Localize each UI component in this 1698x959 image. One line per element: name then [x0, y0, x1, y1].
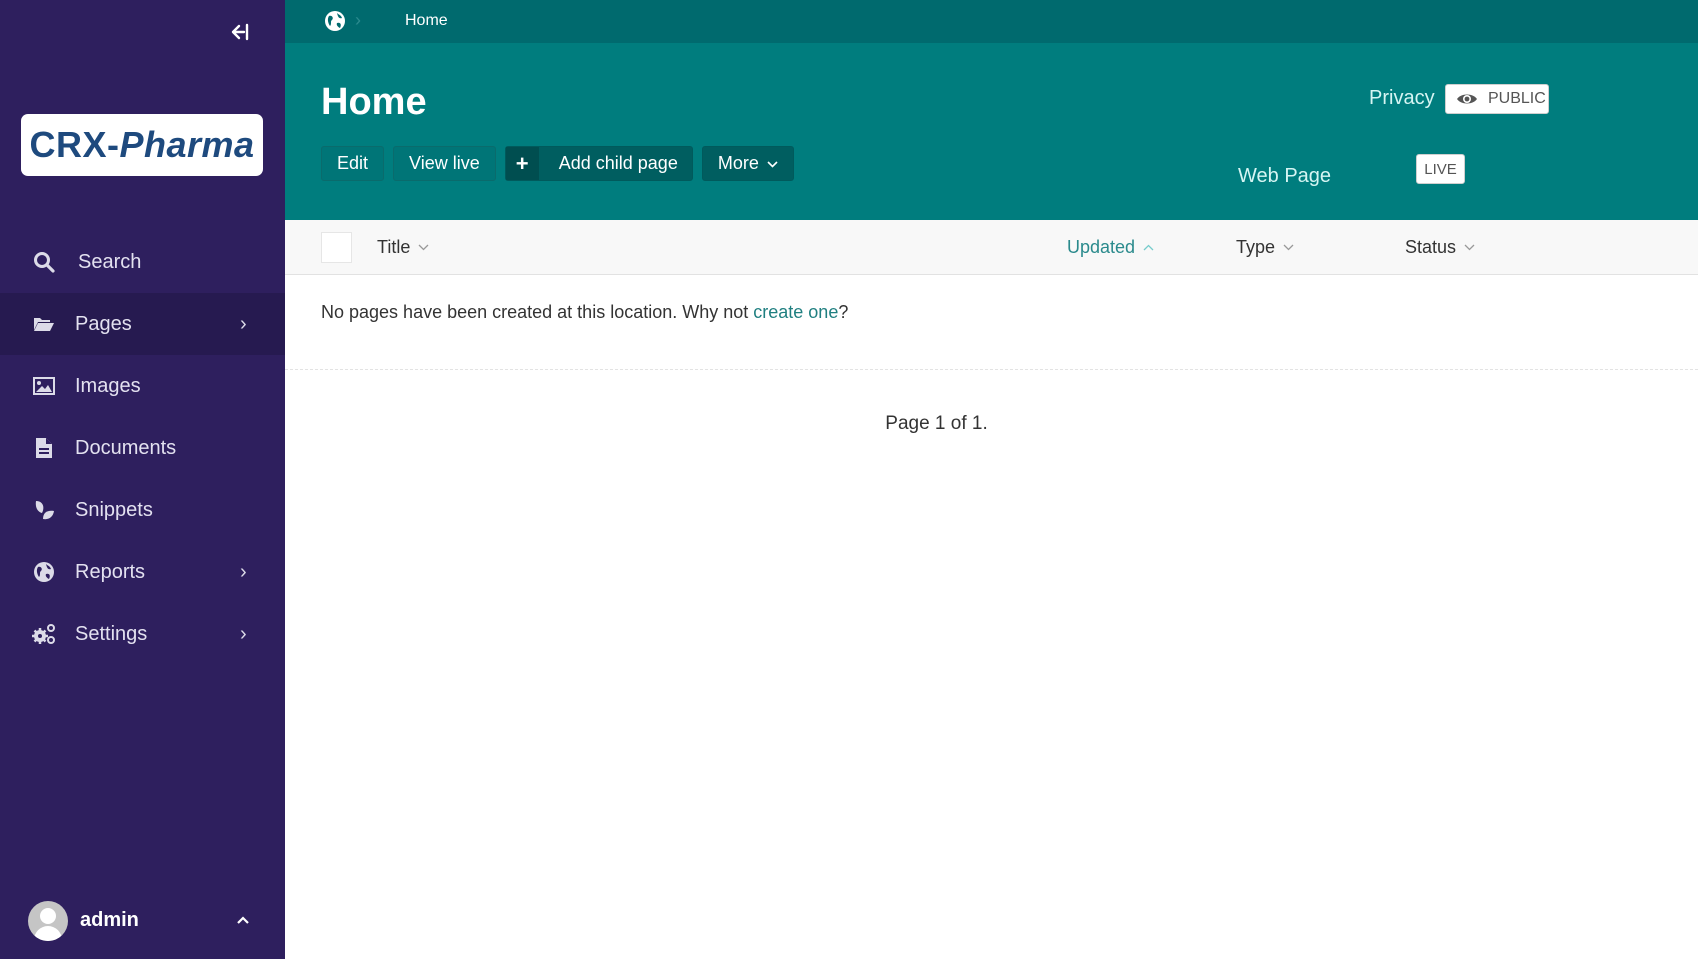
- image-icon: [32, 374, 56, 398]
- empty-state-suffix: ?: [838, 302, 848, 322]
- document-icon: [32, 436, 56, 460]
- column-title[interactable]: Title: [377, 237, 429, 258]
- sidebar-item-label: Images: [75, 375, 141, 398]
- username: admin: [80, 909, 139, 932]
- privacy-toggle-button[interactable]: PUBLIC: [1445, 84, 1549, 114]
- privacy-value: PUBLIC: [1488, 90, 1546, 108]
- sidebar-item-pages[interactable]: Pages ›: [0, 293, 285, 355]
- sidebar-item-label: Documents: [75, 437, 176, 460]
- logo[interactable]: CRX-Pharma: [21, 114, 263, 176]
- sidebar-item-label: Search: [78, 251, 141, 274]
- sidebar-item-label: Pages: [75, 313, 132, 336]
- empty-state-text: No pages have been created at this locat…: [321, 302, 753, 322]
- main-menu: Search Pages › Images Documents Snippe: [0, 231, 285, 665]
- chevron-up-icon: [1143, 242, 1154, 254]
- logo-text-part1: CRX-: [29, 124, 119, 166]
- empty-state-row: No pages have been created at this locat…: [285, 276, 1698, 370]
- page-actions: Edit View live + Add child page More: [321, 146, 794, 181]
- column-title-label: Title: [377, 237, 410, 258]
- plus-icon: +: [506, 147, 539, 180]
- add-child-page-button[interactable]: + Add child page: [505, 146, 693, 181]
- column-type[interactable]: Type: [1236, 237, 1294, 258]
- page-type: Web Page: [1238, 165, 1331, 188]
- chevron-down-icon: [767, 157, 778, 171]
- page-header: Home Edit View live + Add child page Mor…: [285, 43, 1698, 220]
- sidebar-item-label: Reports: [75, 561, 145, 584]
- chevron-down-icon: [418, 242, 429, 254]
- status-badge: LIVE: [1416, 154, 1465, 184]
- privacy-label: Privacy: [1369, 87, 1435, 110]
- sidebar-item-images[interactable]: Images: [0, 355, 285, 417]
- chevron-right-icon: ›: [240, 623, 247, 646]
- sidebar-item-settings[interactable]: Settings ›: [0, 603, 285, 665]
- avatar-icon: [28, 901, 68, 941]
- column-updated[interactable]: Updated: [1067, 237, 1154, 258]
- collapse-left-icon: [228, 22, 250, 42]
- chevron-down-icon: [1464, 242, 1475, 254]
- column-status-label: Status: [1405, 237, 1456, 258]
- breadcrumb: › Home: [285, 0, 1698, 43]
- breadcrumb-item-home[interactable]: Home: [405, 12, 448, 30]
- collapse-sidebar-button[interactable]: [224, 22, 254, 48]
- chevron-up-icon: [236, 909, 250, 930]
- chevron-right-icon: ›: [240, 561, 247, 584]
- folder-open-icon: [32, 312, 56, 336]
- chevron-right-icon: ›: [240, 313, 247, 336]
- cogs-icon: [32, 622, 56, 646]
- sidebar-item-reports[interactable]: Reports ›: [0, 541, 285, 603]
- more-button-label: More: [718, 153, 759, 174]
- account-menu[interactable]: admin: [0, 887, 285, 959]
- more-dropdown-button[interactable]: More: [702, 146, 794, 181]
- sidebar-item-search[interactable]: Search: [0, 231, 285, 293]
- pagination: Page 1 of 1.: [285, 413, 1698, 435]
- pagination-text: Page 1 of 1.: [885, 413, 987, 434]
- view-live-button[interactable]: View live: [393, 146, 496, 181]
- eye-icon: [1456, 92, 1478, 106]
- logo-text-part2: Pharma: [119, 124, 254, 166]
- column-status[interactable]: Status: [1405, 237, 1475, 258]
- sidebar-item-label: Snippets: [75, 499, 153, 522]
- add-child-page-label: Add child page: [539, 153, 692, 174]
- column-type-label: Type: [1236, 237, 1275, 258]
- breadcrumb-separator-icon: ›: [355, 10, 361, 31]
- column-updated-label: Updated: [1067, 237, 1135, 258]
- globe-icon: [32, 560, 56, 584]
- leaves-icon: [32, 498, 56, 522]
- view-live-button-label: View live: [409, 153, 480, 174]
- globe-icon[interactable]: [324, 10, 346, 32]
- search-icon: [32, 250, 56, 274]
- sidebar-item-label: Settings: [75, 623, 147, 646]
- empty-state-message: No pages have been created at this locat…: [321, 302, 848, 323]
- chevron-down-icon: [1283, 242, 1294, 254]
- edit-button[interactable]: Edit: [321, 146, 384, 181]
- edit-button-label: Edit: [337, 153, 368, 174]
- sidebar: CRX-Pharma Search Pages › Images Doc: [0, 0, 285, 959]
- page-title: Home: [321, 81, 427, 124]
- sidebar-item-documents[interactable]: Documents: [0, 417, 285, 479]
- sidebar-item-snippets[interactable]: Snippets: [0, 479, 285, 541]
- table-header: Title Updated Type Status: [285, 220, 1698, 275]
- select-all-checkbox[interactable]: [321, 232, 352, 263]
- create-one-link[interactable]: create one: [753, 302, 838, 322]
